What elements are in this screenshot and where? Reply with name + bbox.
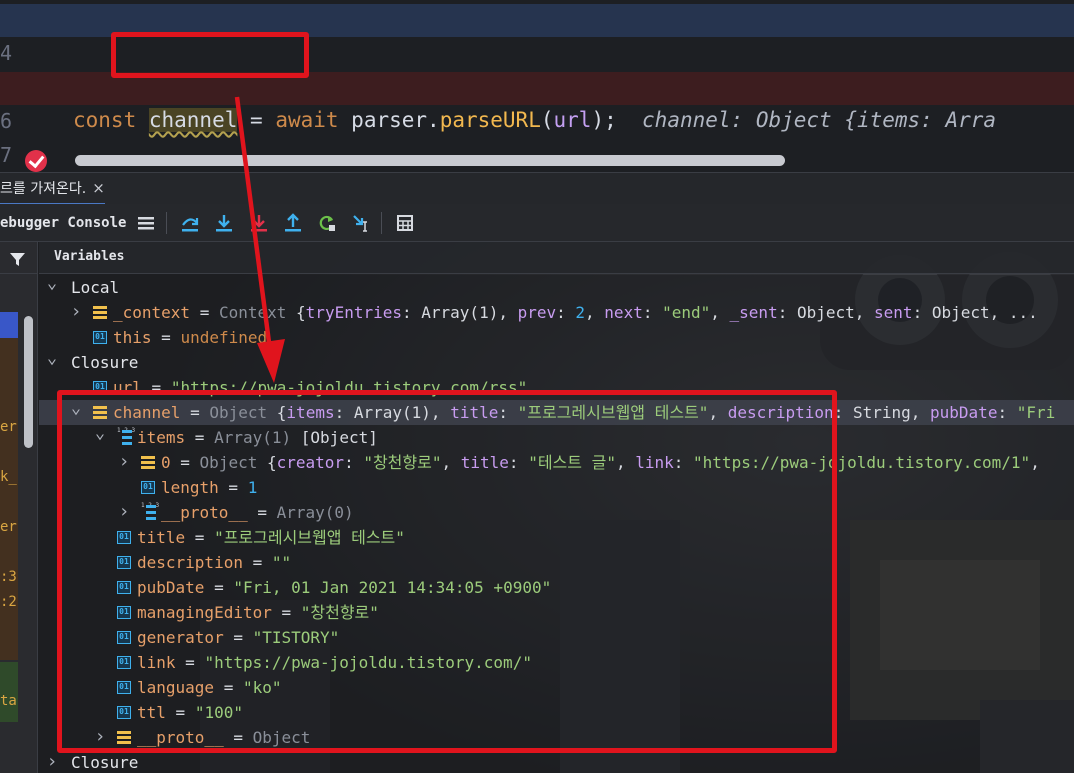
variable-row[interactable]: 01 this = undefined bbox=[39, 325, 1074, 350]
debugger-console-tab[interactable]: ebugger Console bbox=[0, 204, 126, 242]
scope-name: Local bbox=[71, 278, 120, 297]
debug-session-tab[interactable]: 르를 가져온다. × bbox=[0, 173, 105, 205]
chevron-down-icon[interactable]: ⌄ bbox=[45, 275, 59, 300]
variable-value: : Object, bbox=[777, 303, 875, 322]
variable-value: _sent bbox=[729, 303, 778, 322]
variable-value: : bbox=[556, 303, 576, 322]
annotation-box-channel bbox=[111, 32, 309, 78]
variable-value: : Array(1), bbox=[402, 303, 518, 322]
annotation-box-channel-value bbox=[57, 390, 837, 753]
evaluate-expression-icon[interactable] bbox=[395, 213, 415, 233]
frame-item[interactable]: er bbox=[0, 415, 20, 439]
variable-value: , bbox=[585, 303, 605, 322]
variable-value: "end" bbox=[662, 303, 711, 322]
variable-value: 2 bbox=[575, 303, 586, 322]
frame-item[interactable]: :2 bbox=[0, 590, 20, 614]
step-into-icon[interactable] bbox=[214, 213, 234, 233]
force-step-into-icon[interactable] bbox=[249, 213, 269, 233]
chevron-right-icon[interactable]: › bbox=[45, 750, 59, 773]
frame-item[interactable]: :3 bbox=[0, 565, 20, 589]
selected-frame[interactable] bbox=[0, 312, 18, 338]
variable-value: Context bbox=[218, 303, 297, 322]
filter-icon[interactable] bbox=[9, 251, 26, 268]
tab-label: 르를 가져온다. bbox=[0, 181, 87, 197]
scope-header[interactable]: › Closure bbox=[39, 750, 1074, 773]
chevron-right-icon[interactable]: › bbox=[69, 300, 83, 325]
variable-text: Closure bbox=[71, 750, 138, 773]
frames-panel[interactable]: er k_ er :3 :2 ta bbox=[0, 242, 38, 773]
toolbar-divider bbox=[166, 212, 167, 234]
variable-value: next bbox=[604, 303, 643, 322]
variable-name: this bbox=[113, 328, 152, 347]
step-over-icon[interactable] bbox=[180, 213, 200, 233]
toolbar-divider bbox=[381, 212, 382, 234]
variable-value: , bbox=[1030, 453, 1040, 472]
horizontal-scrollbar[interactable] bbox=[75, 155, 785, 166]
frame-item[interactable]: k_ bbox=[0, 465, 20, 489]
scope-header[interactable]: ⌄ Local bbox=[39, 275, 1074, 300]
variables-title: Variables bbox=[54, 249, 125, 264]
debug-toolbar: ebugger Console bbox=[0, 204, 1074, 242]
variable-value: tryEntries bbox=[305, 303, 402, 322]
variable-value: : String, bbox=[833, 403, 931, 422]
scope-name: Closure bbox=[71, 753, 139, 772]
object-icon bbox=[93, 306, 107, 319]
frames-divider bbox=[0, 273, 38, 274]
variable-value: : Object, ... bbox=[912, 303, 1038, 322]
variable-value: "Fri bbox=[1016, 403, 1056, 422]
scope-name: Closure bbox=[71, 353, 139, 372]
variables-header: Variables bbox=[39, 242, 1074, 274]
variable-value: , bbox=[710, 303, 730, 322]
close-icon[interactable]: × bbox=[92, 179, 105, 197]
step-out-icon[interactable] bbox=[283, 213, 303, 233]
variable-text: this = undefined bbox=[113, 328, 268, 347]
variable-text: _context = Context {tryEntries: Array(1)… bbox=[113, 303, 1038, 322]
variable-value: prev bbox=[517, 303, 557, 322]
variable-text: Closure bbox=[71, 350, 138, 375]
variable-value: : bbox=[997, 403, 1017, 422]
vertical-scrollbar[interactable] bbox=[24, 316, 33, 448]
run-to-cursor-icon[interactable] bbox=[351, 213, 371, 233]
frame-item[interactable]: er bbox=[0, 515, 20, 539]
variable-row[interactable]: › _context = Context {tryEntries: Array(1… bbox=[39, 300, 1074, 325]
code-line-7[interactable]: 7 } bbox=[0, 106, 1074, 167]
primitive-icon: 01 bbox=[93, 331, 107, 344]
variable-value: pubDate bbox=[930, 403, 998, 422]
restart-frame-icon[interactable] bbox=[317, 213, 337, 233]
variable-value: sent bbox=[874, 303, 913, 322]
list-icon[interactable] bbox=[136, 213, 156, 233]
variable-value: : bbox=[642, 303, 663, 322]
frame-item[interactable]: ta bbox=[0, 689, 20, 713]
code-editor[interactable]: 4 export async function feed(url) { url:… bbox=[0, 0, 1074, 172]
variable-text: Local bbox=[71, 275, 119, 300]
variable-value: { bbox=[296, 303, 306, 322]
scope-header[interactable]: ⌄ Closure bbox=[39, 350, 1074, 375]
debug-tab-bar: 르를 가져온다. × bbox=[0, 172, 1074, 205]
variable-name: _context bbox=[113, 303, 191, 322]
variable-value: undefined bbox=[180, 328, 268, 347]
chevron-down-icon[interactable]: ⌄ bbox=[45, 350, 59, 375]
